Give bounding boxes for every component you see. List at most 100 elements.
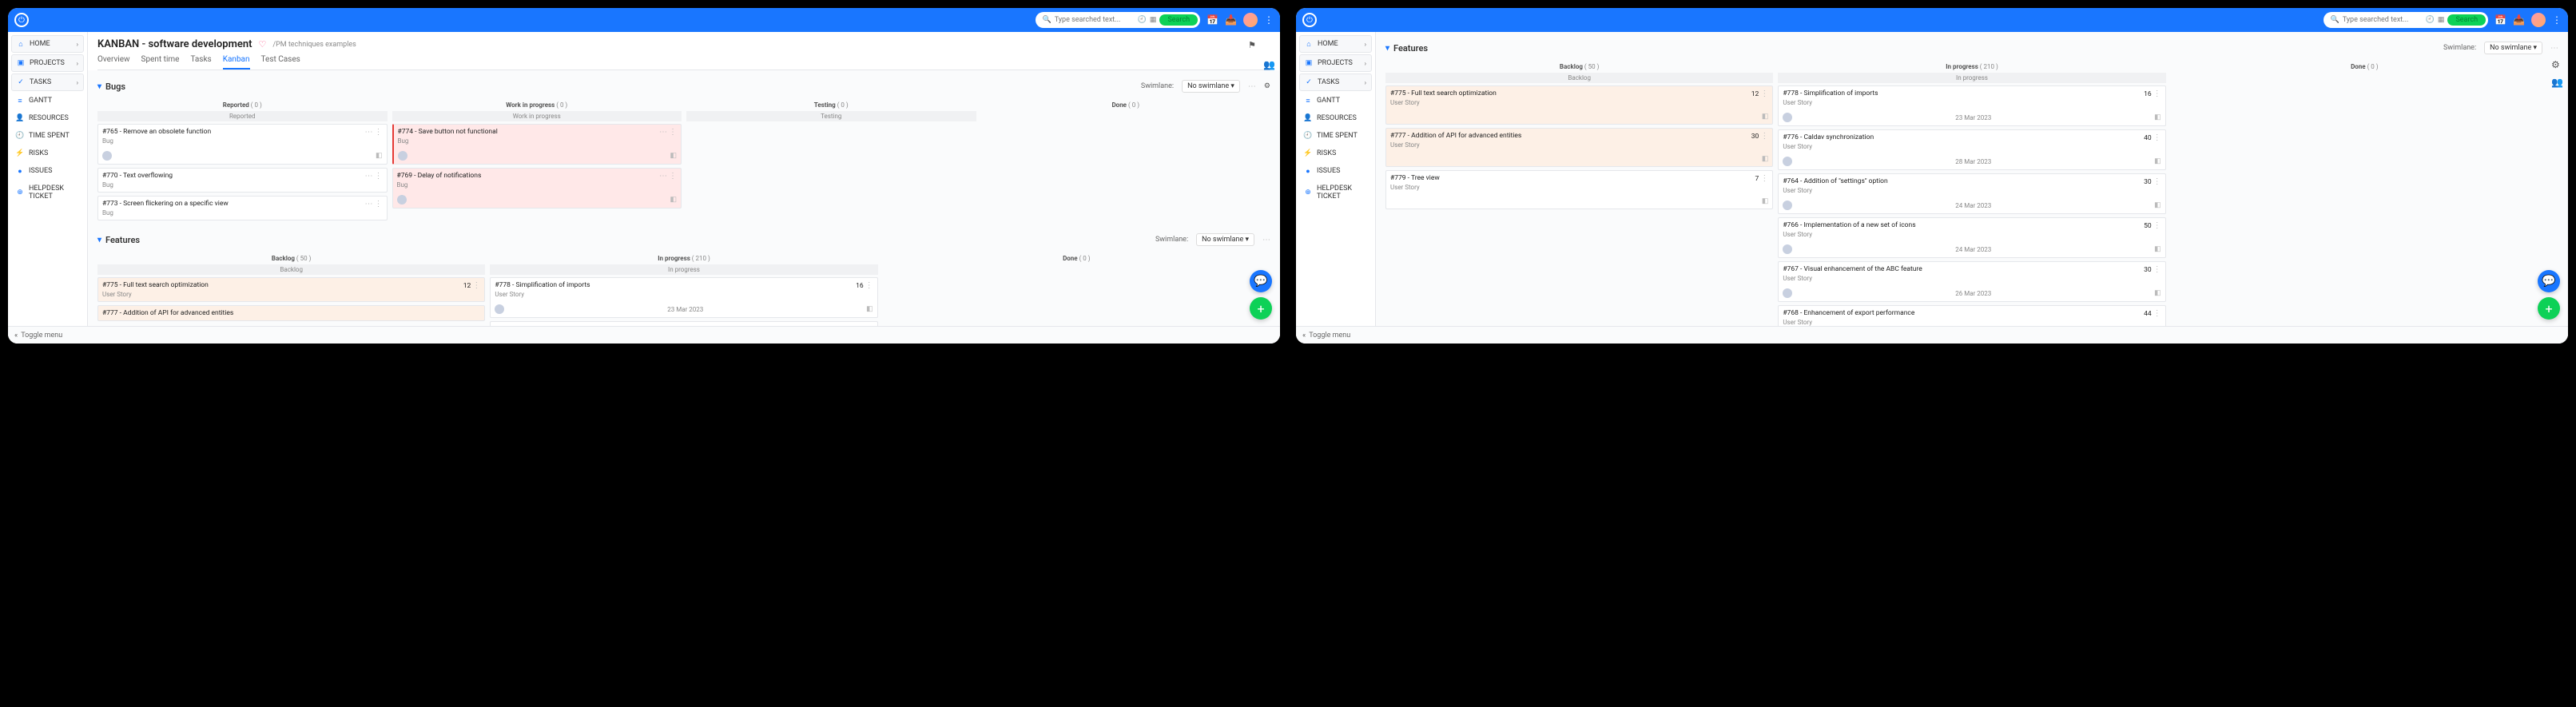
add-fab[interactable]: + xyxy=(1250,297,1272,320)
card-774[interactable]: #774 - Save button not functional⋯⋮ Bug … xyxy=(392,124,682,165)
toggle-menu-link[interactable]: Toggle menu xyxy=(21,332,62,340)
people-icon[interactable]: 👥 xyxy=(1263,59,1275,70)
card-764[interactable]: #764 - Addition of "settings" option30⋮ … xyxy=(1778,173,2165,214)
chat-fab[interactable]: 💬 xyxy=(2538,270,2560,292)
card-777[interactable]: #777 - Addition of API for advanced enti… xyxy=(1385,128,1773,167)
user-avatar[interactable] xyxy=(1243,13,1258,27)
col-done-header: Done ( 0 ) xyxy=(981,99,1271,111)
avatar xyxy=(1783,244,1792,254)
nav-tasks[interactable]: ✓TASKS› xyxy=(1299,73,1372,91)
bookmark-icon[interactable]: ◧ xyxy=(1762,155,1769,163)
bookmark-icon[interactable]: ◧ xyxy=(670,152,677,160)
nav-helpdesk[interactable]: ⊕HELPDESK TICKET xyxy=(1299,181,1372,205)
grid-icon[interactable]: ▦ xyxy=(1150,16,1157,24)
card-775[interactable]: #775 - Full text search optimization12⋮ … xyxy=(97,277,485,302)
nav-projects[interactable]: ▣PROJECTS› xyxy=(11,54,84,72)
swimlane-select[interactable]: No swimlane ▾ xyxy=(1182,80,1240,93)
tab-tasks[interactable]: Tasks xyxy=(190,55,211,70)
more-icon[interactable]: ⋮ xyxy=(2552,14,2562,26)
card-778[interactable]: #778 - Simplification of imports16⋮ User… xyxy=(1778,85,2165,126)
search-box[interactable]: 🔍 🕘 ▦ Search xyxy=(2324,12,2488,28)
card-775[interactable]: #775 - Full text search optimization12⋮ … xyxy=(1385,85,1773,125)
tab-kanban[interactable]: Kanban xyxy=(223,55,250,70)
flag-icon[interactable]: ⚑ xyxy=(1248,40,1256,50)
chevron-down-icon[interactable]: ▾ xyxy=(97,82,101,91)
more-icon[interactable]: ⋮ xyxy=(1264,14,1274,26)
nav-home[interactable]: ⌂HOME› xyxy=(1299,35,1372,53)
bookmark-icon[interactable]: ◧ xyxy=(1762,113,1769,121)
bookmark-icon[interactable]: ◧ xyxy=(2154,289,2161,297)
card-779[interactable]: #779 - Tree view7⋮ User Story ◧ xyxy=(1385,170,1773,209)
section-more-icon[interactable]: ⋯ xyxy=(1248,82,1256,91)
nav-risks[interactable]: ⚡RISKS xyxy=(1299,145,1372,161)
card-766[interactable]: #766 - Implementation of a new set of ic… xyxy=(1778,217,2165,258)
inbox-icon[interactable]: 📥 xyxy=(2513,14,2525,26)
bookmark-icon[interactable]: ◧ xyxy=(670,196,677,204)
search-input[interactable] xyxy=(1055,16,1135,24)
collapse-icon[interactable]: « xyxy=(1302,332,1306,340)
app-logo-icon[interactable]: ⏻ xyxy=(14,13,29,27)
gear-icon[interactable]: ⚙ xyxy=(2551,59,2563,70)
nav-helpdesk[interactable]: ⊕HELPDESK TICKET xyxy=(11,181,84,205)
card-770[interactable]: #770 - Text overflowing⋯⋮ Bug xyxy=(97,168,388,193)
nav-issues[interactable]: ●ISSUES xyxy=(11,163,84,179)
swimlane-select[interactable]: No swimlane ▾ xyxy=(2484,42,2542,54)
tab-spent-time[interactable]: Spent time xyxy=(141,55,180,70)
nav-issues[interactable]: ●ISSUES xyxy=(1299,163,1372,179)
app-logo-icon[interactable]: ⏻ xyxy=(1302,13,1317,27)
section-more-icon[interactable]: ⋯ xyxy=(1262,236,1270,244)
chevron-down-icon[interactable]: ▾ xyxy=(1385,44,1389,53)
nav-timespent[interactable]: 🕘TIME SPENT xyxy=(11,128,84,144)
card-769[interactable]: #769 - Delay of notifications⋯⋮ Bug ◧ xyxy=(392,168,682,209)
card-777[interactable]: #777 - Addition of API for advanced enti… xyxy=(97,305,485,321)
bookmark-icon[interactable]: ◧ xyxy=(2154,245,2161,253)
search-box[interactable]: 🔍 🕘 ▦ Search xyxy=(1036,12,1200,28)
tab-test-cases[interactable]: Test Cases xyxy=(261,55,300,70)
search-button[interactable]: Search xyxy=(2447,14,2486,26)
calendar-icon[interactable]: 📅 xyxy=(1207,14,1218,26)
calendar-icon[interactable]: 📅 xyxy=(2495,14,2506,26)
nav-timespent[interactable]: 🕘TIME SPENT xyxy=(1299,128,1372,144)
card-765[interactable]: #765 - Remove an obsolete function⋯⋮ Bug… xyxy=(97,124,388,165)
nav-resources[interactable]: 👤RESOURCES xyxy=(11,110,84,126)
card-767[interactable]: #767 - Visual enhancement of the ABC fea… xyxy=(1778,261,2165,302)
toggle-menu-link[interactable]: Toggle menu xyxy=(1309,332,1350,340)
bookmark-icon[interactable]: ◧ xyxy=(2154,113,2161,121)
bookmark-icon[interactable]: ◧ xyxy=(376,152,383,160)
people-icon[interactable]: 👥 xyxy=(2551,77,2563,88)
tab-overview[interactable]: Overview xyxy=(97,55,130,70)
card-778[interactable]: #778 - Simplification of imports16⋮ User… xyxy=(490,277,877,318)
nav-resources[interactable]: 👤RESOURCES xyxy=(1299,110,1372,126)
collapse-icon[interactable]: « xyxy=(14,332,18,340)
card-773[interactable]: #773 - Screen flickering on a specific v… xyxy=(97,196,388,220)
bookmark-icon[interactable]: ◧ xyxy=(2154,201,2161,209)
card-776[interactable]: #776 - Caldav synchronization40⋮ User St… xyxy=(1778,129,2165,170)
inbox-icon[interactable]: 📥 xyxy=(1225,14,1237,26)
chat-fab[interactable]: 💬 xyxy=(1250,270,1272,292)
clock-icon[interactable]: 🕘 xyxy=(2426,16,2435,24)
breadcrumb[interactable]: /PM techniques examples xyxy=(272,41,356,49)
nav-projects[interactable]: ▣PROJECTS› xyxy=(1299,54,1372,72)
grid-icon[interactable]: ▦ xyxy=(2438,16,2445,24)
bookmark-icon[interactable]: ◧ xyxy=(1762,197,1769,205)
nav-home[interactable]: ⌂HOME› xyxy=(11,35,84,53)
search-input[interactable] xyxy=(2343,16,2423,24)
add-fab[interactable]: + xyxy=(2538,297,2560,320)
bookmark-icon[interactable]: ◧ xyxy=(2154,157,2161,165)
bookmark-icon[interactable]: ◧ xyxy=(866,305,873,313)
swimlane-select[interactable]: No swimlane ▾ xyxy=(1196,233,1254,246)
nav-gantt[interactable]: ≡GANTT xyxy=(11,93,84,109)
section-more-icon[interactable]: ⋯ xyxy=(2550,44,2558,53)
nav-gantt[interactable]: ≡GANTT xyxy=(1299,93,1372,109)
nav-risks[interactable]: ⚡RISKS xyxy=(11,145,84,161)
clock-icon[interactable]: 🕘 xyxy=(1138,16,1147,24)
gear-icon[interactable]: ⚙ xyxy=(1264,82,1270,90)
heart-icon[interactable]: ♡ xyxy=(258,39,266,50)
search-button[interactable]: Search xyxy=(1159,14,1198,26)
user-avatar[interactable] xyxy=(2531,13,2546,27)
nav-tasks[interactable]: ✓TASKS› xyxy=(11,73,84,91)
section-features-left: ▾ Features Swimlane: No swimlane ▾ ⋯ Bac… xyxy=(97,230,1270,340)
card-menu-icon[interactable]: ⋯ xyxy=(365,128,373,137)
chevron-down-icon[interactable]: ▾ xyxy=(97,236,101,244)
card-drag-icon[interactable]: ⋮ xyxy=(375,128,383,137)
